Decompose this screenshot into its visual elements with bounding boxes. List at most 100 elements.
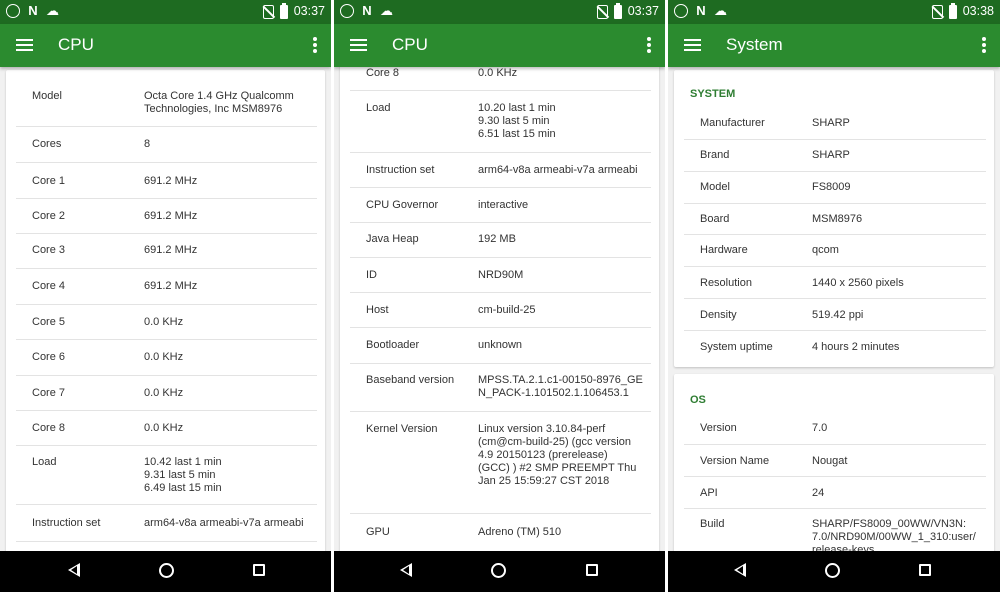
row-value: 0.0 KHz <box>144 422 184 434</box>
info-row: Bootloader unknown <box>350 328 651 364</box>
row-label: Cores <box>32 138 62 150</box>
status-time: 03:38 <box>962 4 994 18</box>
row-label: Baseband version <box>366 374 455 386</box>
row-value: 691.2 MHz <box>144 175 198 187</box>
row-label: Core 2 <box>32 210 66 222</box>
n-notification-icon: N <box>362 3 372 18</box>
info-row: Core 5 0.0 KHz <box>16 305 317 340</box>
row-value: 0.0 KHz <box>144 387 184 399</box>
row-value: qcom <box>812 244 839 256</box>
row-value: 1440 x 2560 pixels <box>812 277 904 289</box>
battery-icon <box>613 2 622 19</box>
row-value: 519.42 ppi <box>812 309 864 321</box>
cpu-info-list[interactable]: Core 8 0.0 KHz Load 10.20 last 1 min 9.3… <box>334 67 665 551</box>
menu-icon[interactable] <box>350 39 367 51</box>
info-row: Model Octa Core 1.4 GHz Qualcomm Technol… <box>16 70 317 127</box>
info-row: CPU Governor interactive <box>350 188 651 223</box>
info-row: Brand SHARP <box>684 140 986 172</box>
row-value: 0.0 KHz <box>478 67 518 79</box>
info-row: Model FS8009 <box>684 172 986 204</box>
n-notification-icon: N <box>696 3 706 18</box>
recent-apps-icon[interactable] <box>253 564 265 576</box>
row-label: Board <box>700 213 730 225</box>
recent-apps-icon[interactable] <box>586 564 598 576</box>
row-label: Version Name <box>700 455 770 467</box>
row-value: 10.42 last 1 min 9.31 last 5 min 6.49 la… <box>144 456 222 494</box>
row-label: Instruction set <box>366 164 435 176</box>
home-icon[interactable] <box>491 563 506 578</box>
info-row: Core 1 691.2 MHz <box>16 163 317 199</box>
page-title: CPU <box>392 35 428 54</box>
status-bar: N ☁ 03:37 <box>0 0 331 24</box>
home-icon[interactable] <box>159 563 174 578</box>
row-value: 691.2 MHz <box>144 280 198 292</box>
home-icon[interactable] <box>825 563 840 578</box>
row-value: NRD90M <box>478 269 524 281</box>
info-row: Load 10.20 last 1 min 9.30 last 5 min 6.… <box>350 91 651 153</box>
row-value: SHARP/FS8009_00WW/VN3N: 7.0/NRD90M/00WW_… <box>812 518 976 551</box>
info-row: Core 3 691.2 MHz <box>16 234 317 269</box>
row-value: 7.0 <box>812 422 828 434</box>
section-header-system: SYSTEM <box>690 88 736 100</box>
row-value: 10.20 last 1 min 9.30 last 5 min 6.51 la… <box>478 102 556 140</box>
info-row: Instruction set arm64-v8a armeabi-v7a ar… <box>16 505 317 542</box>
navigation-bar <box>0 551 331 592</box>
more-options-icon[interactable] <box>982 37 986 53</box>
row-value: 691.2 MHz <box>144 210 198 222</box>
info-row: Hardware qcom <box>684 235 986 267</box>
row-label: Brand <box>700 149 730 161</box>
row-value: MSM8976 <box>812 213 863 225</box>
info-row: API 24 <box>684 477 986 509</box>
row-value: cm-build-25 <box>478 304 536 316</box>
back-icon[interactable] <box>400 563 412 577</box>
more-options-icon[interactable] <box>647 37 651 53</box>
info-row: Core 7 0.0 KHz <box>16 376 317 411</box>
row-value: SHARP <box>812 117 850 129</box>
info-row: Version Name Nougat <box>684 445 986 477</box>
battery-icon <box>279 2 288 19</box>
row-label: API <box>700 487 718 499</box>
page-title: CPU <box>58 35 94 54</box>
row-label: Model <box>32 90 62 102</box>
info-row: Board MSM8976 <box>684 204 986 235</box>
row-label: System uptime <box>700 341 773 353</box>
weather-notification-icon: ☁ <box>380 3 393 18</box>
row-value: Nougat <box>812 455 848 467</box>
row-value: MPSS.TA.2.1.c1-00150-8976_GE N_PACK-1.10… <box>478 374 643 399</box>
row-value: 192 MB <box>478 233 516 245</box>
row-value: 0.0 KHz <box>144 316 184 328</box>
status-time: 03:37 <box>293 4 325 18</box>
status-bar: N ☁ 03:37 <box>334 0 665 24</box>
row-value: arm64-v8a armeabi-v7a armeabi <box>478 164 638 176</box>
menu-icon[interactable] <box>16 39 33 51</box>
row-label: Host <box>366 304 389 316</box>
row-value: Linux version 3.10.84-perf (cm@cm-build-… <box>478 423 637 487</box>
row-label: Core 8 <box>32 422 66 434</box>
back-icon[interactable] <box>734 563 746 577</box>
info-row: Kernel Version Linux version 3.10.84-per… <box>350 412 651 514</box>
row-value: Adreno (TM) 510 <box>478 526 562 538</box>
row-label: CPU Governor <box>366 199 439 211</box>
cpu-info-list[interactable]: Model Octa Core 1.4 GHz Qualcomm Technol… <box>0 67 331 551</box>
no-sim-icon <box>931 4 943 19</box>
cpu-card: Model Octa Core 1.4 GHz Qualcomm Technol… <box>6 70 325 551</box>
menu-icon[interactable] <box>684 39 701 51</box>
row-label: GPU <box>366 526 390 538</box>
system-card: SYSTEM Manufacturer SHARP Brand SHARP Mo… <box>674 70 994 367</box>
system-info-list[interactable]: SYSTEM Manufacturer SHARP Brand SHARP Mo… <box>668 67 1000 551</box>
row-label: Resolution <box>700 277 752 289</box>
row-label: Core 1 <box>32 175 66 187</box>
row-value: 4 hours 2 minutes <box>812 341 900 353</box>
row-label: Core 7 <box>32 387 66 399</box>
back-icon[interactable] <box>68 563 80 577</box>
row-label: Kernel Version <box>366 423 438 435</box>
more-options-icon[interactable] <box>313 37 317 53</box>
row-label: Hardware <box>700 244 748 256</box>
recent-apps-icon[interactable] <box>919 564 931 576</box>
weather-notification-icon: ☁ <box>46 3 59 18</box>
row-label: Load <box>366 102 391 114</box>
weather-notification-icon: ☁ <box>714 3 727 18</box>
row-label: Instruction set <box>32 517 101 529</box>
row-label: Java Heap <box>366 233 419 245</box>
row-value: FS8009 <box>812 181 851 193</box>
